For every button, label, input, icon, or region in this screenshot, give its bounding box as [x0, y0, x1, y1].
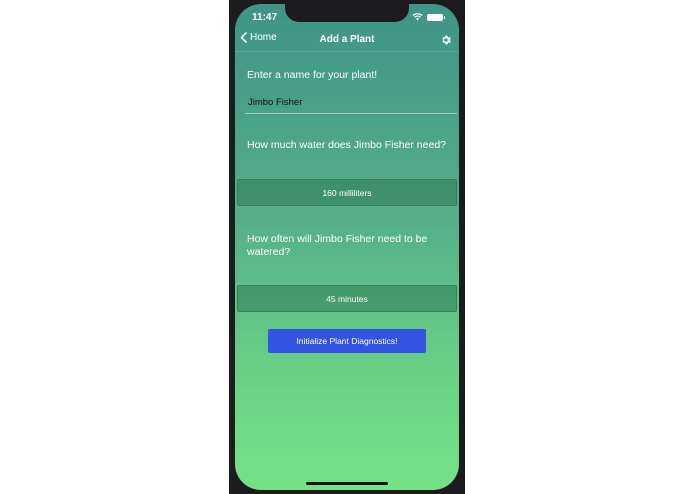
frequency-prompt: How often will Jimbo Fisher need to be w…	[247, 233, 428, 258]
water-amount-picker[interactable]: 160 milliliters	[237, 179, 457, 206]
home-indicator[interactable]	[306, 482, 388, 485]
status-icons	[412, 13, 445, 21]
water-amount-value: 160 milliliters	[322, 187, 372, 198]
name-prompt: Enter a name for your plant!	[247, 69, 378, 81]
plant-name-input[interactable]	[245, 92, 457, 114]
water-prompt: How much water does Jimbo Fisher need?	[247, 139, 447, 151]
app-screen: 11:47 Home Add a Plant Enter a name for …	[235, 4, 459, 490]
navigation-bar: Home Add a Plant	[235, 30, 459, 52]
battery-icon	[427, 13, 445, 21]
initialize-diagnostics-button[interactable]: Initialize Plant Diagnostics!	[268, 329, 426, 353]
frequency-picker[interactable]: 45 minutes	[237, 285, 457, 312]
frequency-value: 45 minutes	[326, 293, 368, 304]
gear-icon[interactable]	[440, 34, 452, 46]
wifi-icon	[412, 13, 423, 21]
status-time: 11:47	[252, 12, 278, 23]
device-notch	[285, 4, 409, 22]
page-title: Add a Plant	[319, 34, 375, 45]
